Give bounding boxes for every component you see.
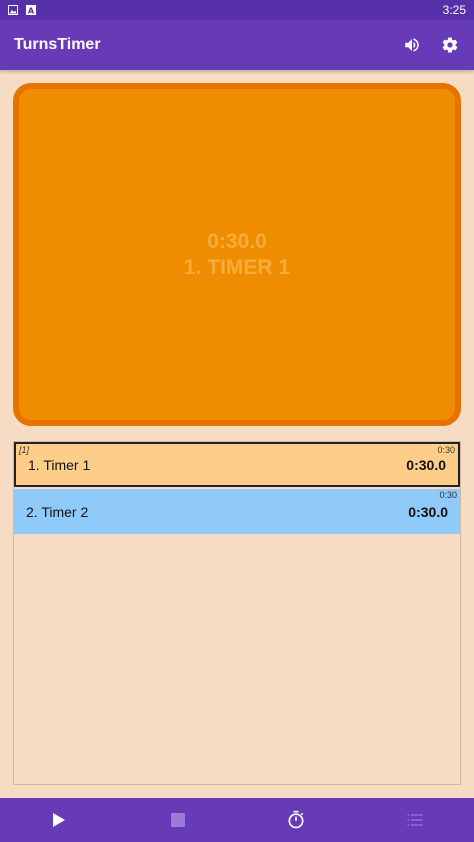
bottom-bar [0,798,474,842]
app-bar: TurnsTimer [0,20,474,70]
status-time: 3:25 [442,3,466,17]
volume-icon [405,38,419,52]
timer-row-index: [1] [19,445,30,455]
stop-button[interactable] [158,800,198,840]
timer-row-limit: 0:30 [437,445,455,455]
timer-row-name: 1. Timer 1 [28,456,91,473]
timer-row-name: 2. Timer 2 [26,503,89,520]
settings-button[interactable] [440,35,460,55]
timer-row-limit: 0:30 [439,490,457,500]
current-timer-display[interactable]: 0:30.0 1. TIMER 1 [13,83,461,426]
stopwatch-icon [288,810,304,829]
current-timer-name: 1. TIMER 1 [183,255,291,279]
stopwatch-button[interactable] [276,800,316,840]
gear-icon [442,37,458,53]
timer-row-1[interactable]: [1] 0:30 1. Timer 1 0:30.0 [14,442,460,487]
stop-icon [170,813,185,827]
list-icon [407,814,423,826]
status-bar: A 3:25 [0,0,474,20]
timer-row-time: 0:30.0 [408,503,448,520]
text-icon: A [26,5,36,15]
svg-text:A: A [28,7,35,16]
status-notifications: A [8,5,36,15]
timer-list[interactable]: [1] 0:30 1. Timer 1 0:30.0 0:30 2. Timer… [13,441,461,785]
timer-row-2[interactable]: 0:30 2. Timer 2 0:30.0 [14,489,460,534]
image-icon [8,5,18,15]
play-button[interactable] [39,800,79,840]
volume-button[interactable] [402,35,422,55]
timer-row-time: 0:30.0 [406,456,446,473]
app-title: TurnsTimer [14,36,101,53]
list-button[interactable] [395,800,435,840]
play-icon [53,813,66,827]
app-actions [402,35,460,55]
current-timer-time: 0:30.0 [207,229,267,253]
